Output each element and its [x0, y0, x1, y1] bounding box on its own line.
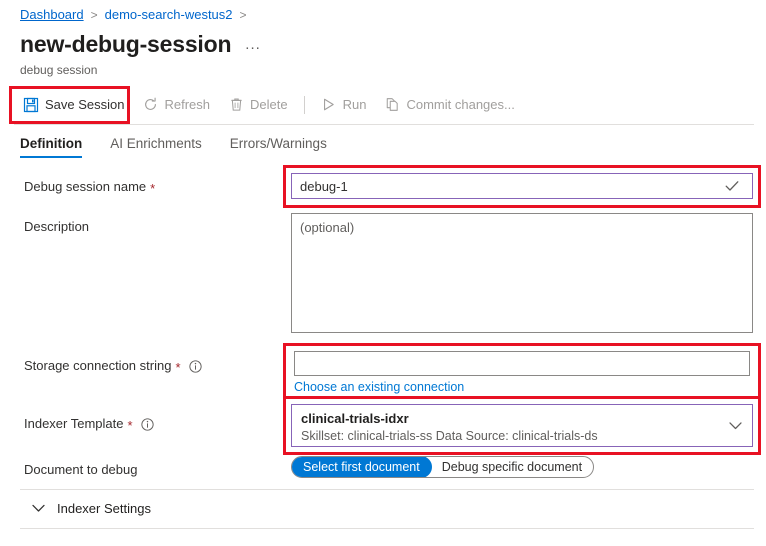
chevron-down-icon: [32, 504, 45, 513]
copy-icon: [384, 97, 400, 113]
indexer-template-dropdown[interactable]: clinical-trials-idxr Skillset: clinical-…: [291, 404, 753, 447]
delete-button[interactable]: Delete: [219, 90, 297, 120]
page-title: new-debug-session: [20, 30, 231, 58]
breadcrumb: Dashboard > demo-search-westus2 >: [20, 7, 254, 23]
storage-connection-string-input[interactable]: [294, 351, 750, 376]
description-label: Description: [24, 218, 89, 235]
description-label-text: Description: [24, 218, 89, 235]
accordion-bottom-divider: [20, 528, 754, 529]
run-button[interactable]: Run: [312, 90, 376, 120]
command-bar-divider: [14, 124, 754, 125]
commit-changes-label: Commit changes...: [406, 97, 514, 112]
trash-icon: [228, 97, 244, 113]
breadcrumb-separator-icon-2: >: [240, 7, 247, 23]
page-subtitle: debug session: [20, 62, 97, 78]
toolbar-divider: [304, 96, 305, 114]
storage-connection-string-label-text: Storage connection string: [24, 357, 171, 374]
tab-ai-enrichments[interactable]: AI Enrichments: [110, 132, 202, 158]
document-to-debug-label-text: Document to debug: [24, 461, 137, 478]
refresh-icon: [143, 97, 159, 113]
tab-bar: Definition AI Enrichments Errors/Warning…: [20, 132, 355, 158]
info-icon[interactable]: [141, 418, 154, 431]
indexer-settings-label: Indexer Settings: [57, 501, 151, 516]
refresh-label: Refresh: [165, 97, 211, 112]
storage-connection-string-label: Storage connection string *: [24, 357, 202, 374]
commit-changes-button[interactable]: Commit changes...: [375, 90, 523, 120]
save-session-button[interactable]: Save Session: [14, 90, 134, 120]
indexer-template-selected-name: clinical-trials-idxr: [301, 410, 722, 427]
play-icon: [321, 97, 337, 113]
indexer-template-label: Indexer Template *: [24, 415, 154, 432]
accordion-top-divider: [20, 489, 754, 490]
page-title-row: new-debug-session ...: [20, 30, 261, 58]
toggle-debug-specific-document[interactable]: Debug specific document: [431, 457, 593, 477]
required-marker: *: [128, 419, 133, 432]
required-marker: *: [175, 361, 180, 374]
debug-session-name-input[interactable]: [291, 173, 753, 199]
document-to-debug-label: Document to debug: [24, 461, 137, 478]
indexer-settings-accordion[interactable]: Indexer Settings: [32, 501, 151, 516]
tab-definition[interactable]: Definition: [20, 132, 82, 158]
tab-errors-warnings[interactable]: Errors/Warnings: [230, 132, 327, 158]
command-bar: Save Session Refresh Delete: [0, 86, 766, 123]
choose-existing-connection-link[interactable]: Choose an existing connection: [294, 379, 464, 395]
delete-label: Delete: [250, 97, 288, 112]
more-options-button[interactable]: ...: [245, 36, 261, 53]
save-icon: [23, 97, 39, 113]
debug-session-name-label-text: Debug session name: [24, 178, 146, 195]
toggle-select-first-document[interactable]: Select first document: [291, 456, 432, 478]
breadcrumb-item-service[interactable]: demo-search-westus2: [105, 7, 233, 23]
document-to-debug-toggle-group: Select first document Debug specific doc…: [291, 456, 594, 478]
info-icon[interactable]: [189, 360, 202, 373]
breadcrumb-item-dashboard[interactable]: Dashboard: [20, 7, 84, 23]
indexer-template-label-text: Indexer Template: [24, 415, 124, 432]
description-textarea[interactable]: [291, 213, 753, 333]
debug-session-name-label: Debug session name *: [24, 178, 155, 195]
run-label: Run: [343, 97, 367, 112]
indexer-template-selected-details: Skillset: clinical-trials-ss Data Source…: [301, 428, 722, 444]
required-marker: *: [150, 182, 155, 195]
breadcrumb-separator-icon: >: [91, 7, 98, 23]
chevron-down-icon: [729, 418, 742, 433]
refresh-button[interactable]: Refresh: [134, 90, 220, 120]
save-session-label: Save Session: [45, 97, 125, 112]
